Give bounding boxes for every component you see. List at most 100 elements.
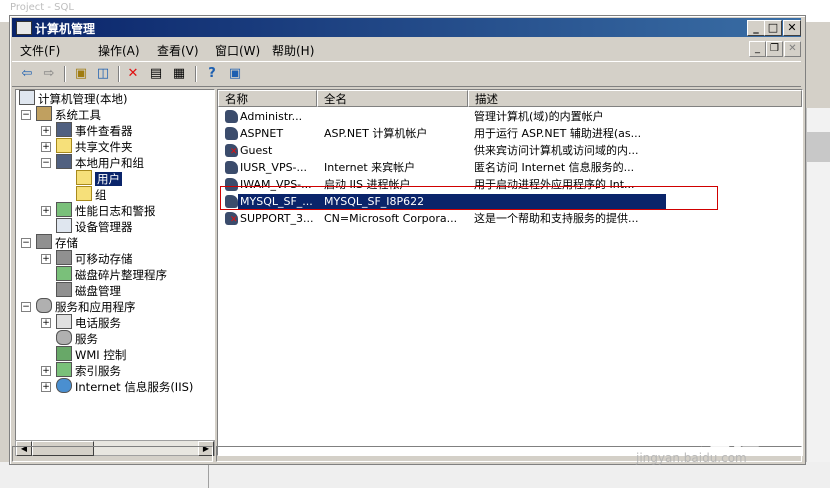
up-folder-icon[interactable]: ▣: [72, 65, 90, 82]
tree-label: 组: [95, 188, 107, 202]
tree-node-telephony[interactable]: 电话服务: [56, 314, 121, 330]
menu-help[interactable]: 帮助(H): [272, 42, 314, 59]
highlight-annotation-box: [220, 186, 718, 210]
expand-toggle[interactable]: +: [41, 318, 51, 328]
show-tree-icon[interactable]: ◫: [94, 65, 112, 82]
maximize-button[interactable]: □: [764, 20, 782, 36]
tree-node-services-apps[interactable]: 服务和应用程序: [36, 298, 136, 314]
device-manager-icon: [56, 218, 72, 233]
tree-node-storage[interactable]: 存储: [36, 234, 78, 250]
background-bottom-bar: [0, 462, 830, 488]
expand-toggle[interactable]: +: [41, 366, 51, 376]
tree-node-iis[interactable]: Internet 信息服务(IIS): [56, 378, 193, 394]
mdi-close-button[interactable]: ✕: [784, 41, 801, 57]
table-row[interactable]: SUPPORT_3... CN=Microsoft Corpora... 这是一个帮…: [218, 210, 802, 227]
user-icon: [225, 127, 238, 140]
user-full-name: CN=Microsoft Corpora...: [324, 212, 458, 225]
folder-icon: [76, 186, 92, 201]
menu-action[interactable]: 操作(A): [98, 42, 140, 59]
globe-icon: [56, 378, 72, 393]
indexing-icon: [56, 362, 72, 377]
tools-icon: [36, 106, 52, 121]
tree-label: 存储: [55, 236, 78, 250]
console-icon[interactable]: ▣: [226, 65, 244, 82]
tree-label: WMI 控制: [75, 348, 127, 362]
tree-node-users[interactable]: 用户: [76, 170, 122, 186]
tree-node-perf-logs[interactable]: 性能日志和警报: [56, 202, 156, 218]
table-row[interactable]: ASPNET ASP.NET 计算机帐户 用于运行 ASP.NET 辅助进程(as.…: [218, 125, 802, 142]
tree-node-system-tools[interactable]: 系统工具: [36, 106, 101, 122]
toolbar-separator: [118, 66, 120, 82]
collapse-toggle[interactable]: −: [21, 110, 31, 120]
collapse-toggle[interactable]: −: [21, 238, 31, 248]
delete-icon[interactable]: ✕: [124, 65, 142, 82]
user-icon: [225, 161, 238, 174]
tree-node-local-users-groups[interactable]: 本地用户和组: [56, 154, 144, 170]
column-header-description[interactable]: 描述: [468, 90, 802, 107]
event-viewer-icon: [56, 122, 72, 137]
user-description: 匿名访问 Internet 信息服务的...: [474, 161, 635, 174]
toolbar-separator: [64, 66, 66, 82]
table-row[interactable]: Guest 供来宾访问计算机或访问域的内...: [218, 142, 802, 159]
expand-toggle[interactable]: +: [41, 206, 51, 216]
tree-node-removable-storage[interactable]: 可移动存储: [56, 250, 133, 266]
wmi-icon: [56, 346, 72, 361]
tree-node-wmi[interactable]: WMI 控制: [56, 346, 126, 362]
tree-node-services[interactable]: 服务: [56, 330, 98, 346]
close-button[interactable]: ✕: [783, 20, 801, 36]
tree-label: 服务: [75, 332, 98, 346]
collapse-toggle[interactable]: −: [21, 302, 31, 312]
services-apps-icon: [36, 298, 52, 313]
tree-node-shared-folders[interactable]: 共享文件夹: [56, 138, 133, 154]
computer-management-window: 计算机管理 _ □ ✕ 文件(F) 操作(A) 查看(V) 窗口(W) 帮助(H…: [9, 15, 806, 465]
user-description: 这是一个帮助和支持服务的提供...: [474, 212, 639, 225]
tree-node-root[interactable]: 计算机管理(本地): [19, 90, 127, 106]
expand-toggle[interactable]: +: [41, 126, 51, 136]
tree-node-event-viewer[interactable]: 事件查看器: [56, 122, 133, 138]
tree-label: 电话服务: [75, 316, 121, 330]
tree-label: 设备管理器: [75, 220, 133, 234]
baidu-watermark: Bai 经验: [636, 418, 760, 453]
background-window-title: Project - SQL: [10, 2, 74, 13]
minimize-button[interactable]: _: [747, 20, 765, 36]
background-right-panel: [806, 108, 830, 488]
column-header-name[interactable]: 名称: [218, 90, 317, 107]
disk-management-icon: [56, 282, 72, 297]
column-header-full-name[interactable]: 全名: [317, 90, 468, 107]
table-row[interactable]: Administr... 管理计算机(域)的内置帐户: [218, 108, 802, 125]
tree-label: 磁盘碎片整理程序: [75, 268, 167, 282]
mdi-minimize-button[interactable]: _: [749, 41, 766, 57]
users-icon: [56, 154, 72, 169]
tree-node-indexing[interactable]: 索引服务: [56, 362, 121, 378]
tree-pane: 计算机管理(本地) − 系统工具 + 事件查看器 + 共享文件夹 − 本地用户和…: [15, 89, 215, 441]
user-full-name: Internet 来宾帐户: [324, 161, 416, 174]
expand-toggle[interactable]: +: [41, 254, 51, 264]
title-bar[interactable]: 计算机管理 _ □ ✕: [12, 18, 801, 37]
tree-node-defrag[interactable]: 磁盘碎片整理程序: [56, 266, 167, 282]
menu-file[interactable]: 文件(F): [20, 42, 60, 59]
export-list-icon[interactable]: ▦: [170, 65, 188, 82]
tree-label: 索引服务: [75, 364, 121, 378]
forward-arrow-icon[interactable]: ⇨: [40, 65, 58, 82]
table-row[interactable]: IUSR_VPS-... Internet 来宾帐户 匿名访问 Internet 信…: [218, 159, 802, 176]
menu-window[interactable]: 窗口(W): [215, 42, 260, 59]
expand-toggle[interactable]: +: [41, 382, 51, 392]
help-icon[interactable]: ?: [203, 65, 221, 82]
user-name: ASPNET: [240, 127, 284, 140]
properties-icon[interactable]: ▤: [147, 65, 165, 82]
tree-node-disk-management[interactable]: 磁盘管理: [56, 282, 121, 298]
menu-view[interactable]: 查看(V): [157, 42, 199, 59]
user-name: Administr...: [240, 110, 303, 123]
tree-node-groups[interactable]: 组: [76, 186, 107, 202]
tree-label: 本地用户和组: [75, 156, 144, 170]
expand-toggle[interactable]: +: [41, 142, 51, 152]
status-panel-left: [12, 446, 213, 462]
menu-bar: 文件(F) 操作(A) 查看(V) 窗口(W) 帮助(H) _ ❐ ✕: [12, 39, 801, 59]
mdi-restore-button[interactable]: ❐: [766, 41, 783, 57]
collapse-toggle[interactable]: −: [41, 158, 51, 168]
tree-node-device-manager[interactable]: 设备管理器: [56, 218, 133, 234]
back-arrow-icon[interactable]: ⇦: [18, 65, 36, 82]
tree-label: 可移动存储: [75, 252, 133, 266]
shared-folder-icon: [56, 138, 72, 153]
tree-label: 共享文件夹: [75, 140, 133, 154]
